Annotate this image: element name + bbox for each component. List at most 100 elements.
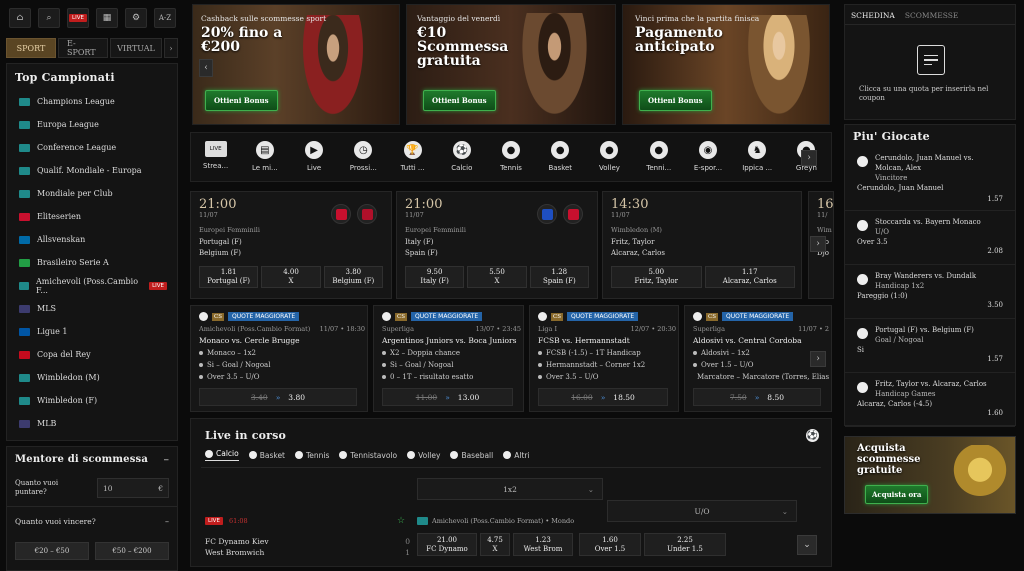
league-item[interactable]: Wimbledon (F): [7, 389, 177, 412]
market-select-1x2[interactable]: 1x2 ⌄: [417, 478, 603, 500]
away-jersey-icon: [563, 204, 583, 224]
tab-scommesse[interactable]: SCOMMESSE: [905, 11, 958, 20]
cs-badge: CS: [395, 312, 407, 321]
league-item[interactable]: Amichevoli (Poss.Cambio F... LIVE: [7, 274, 177, 297]
category-item[interactable]: ● Tennis: [486, 141, 535, 172]
category-item[interactable]: ● Basket: [536, 141, 585, 172]
odd-button[interactable]: 1.28 Spain (F): [529, 266, 589, 288]
boost-card[interactable]: CS QUOTE MAGGIORATE Superliga 13/07 • 23:45…: [373, 305, 524, 412]
category-item[interactable]: 🏆 Tutti ...: [388, 141, 437, 172]
banner-free-bet[interactable]: Vantaggio del venerdì €10 Scommessa grat…: [406, 4, 616, 125]
tab-schedina[interactable]: SCHEDINA: [851, 11, 895, 20]
category-item[interactable]: ⚽ Calcio: [437, 141, 486, 172]
odd-button[interactable]: 5.00 Fritz, Taylor: [611, 266, 702, 288]
settings-icon[interactable]: ⚙: [125, 8, 147, 28]
league-item[interactable]: Copa del Rey: [7, 343, 177, 366]
bonus-button[interactable]: Ottieni Bonus: [423, 90, 496, 111]
bonus-button[interactable]: Ottieni Bonus: [639, 90, 712, 111]
live-sport-tab[interactable]: Baseball: [450, 449, 493, 461]
tab-esport[interactable]: E-SPORT: [58, 38, 108, 58]
bonus-button[interactable]: Ottieni Bonus: [205, 90, 278, 111]
chevron-right-icon[interactable]: ›: [810, 351, 826, 367]
popular-bet-item[interactable]: Fritz, Taylor vs. Alcaraz, Carlos Handica…: [845, 373, 1015, 427]
home-icon[interactable]: ⌂: [9, 8, 31, 28]
category-item[interactable]: ▶ Live: [289, 141, 338, 172]
stake-input[interactable]: 10 €: [97, 478, 169, 498]
range-button[interactable]: €50 – €200: [95, 542, 169, 560]
popular-bet-item[interactable]: Stoccarda vs. Bayern Monaco U/O Over 3.5 2.…: [845, 211, 1015, 265]
category-item[interactable]: ◷ Prossi...: [339, 141, 388, 172]
chevron-right-icon[interactable]: ›: [164, 38, 178, 58]
minus-icon[interactable]: –: [164, 453, 170, 466]
category-item[interactable]: ● Tenni...: [634, 141, 683, 172]
category-item[interactable]: ▤ Le mi...: [240, 141, 289, 172]
category-item[interactable]: LIVE Strea...: [191, 141, 240, 172]
boost-card[interactable]: CS QUOTE MAGGIORATE Liga I 12/07 • 20:30 FCS…: [529, 305, 679, 412]
promo-banner[interactable]: Acquista scommesse gratuite Acquista ora: [844, 436, 1016, 514]
chevron-left-icon[interactable]: ‹: [199, 59, 213, 77]
tab-sport[interactable]: SPORT: [6, 38, 56, 58]
live-tv-button[interactable]: LIVE: [67, 8, 89, 28]
odd-button[interactable]: 1.17 Alcaraz, Carlos: [704, 266, 795, 288]
search-icon[interactable]: ⌕: [38, 8, 60, 28]
match-card[interactable]: 21:00 11/07 Europei Femminili Portugal (F) B…: [190, 191, 392, 299]
popular-bet-item[interactable]: Bray Wanderers vs. Dundalk Handicap 1x2 Pa…: [845, 265, 1015, 319]
live-odd-button[interactable]: 1.60 Over 1.5: [579, 533, 641, 556]
chevron-right-icon[interactable]: ›: [810, 236, 826, 252]
league-item[interactable]: Champions League: [7, 90, 177, 113]
odd-button[interactable]: 3.80 Belgium (F): [323, 266, 383, 288]
odd-button[interactable]: 4.00 X: [261, 266, 321, 288]
boosted-odd-button[interactable]: 7.50 » 8.50: [693, 388, 821, 406]
minus-icon[interactable]: –: [165, 517, 169, 526]
boosted-odd-button[interactable]: 3.40 » 3.80: [199, 388, 357, 406]
live-match-teams[interactable]: FC Dynamo Kiev 0 West Bromwich 1: [205, 536, 410, 558]
odd-button[interactable]: 1.81 Portugal (F): [199, 266, 259, 288]
boosted-odd-button[interactable]: 16.00 » 18.50: [538, 388, 668, 406]
category-item[interactable]: ◉ E-spor...: [683, 141, 732, 172]
live-sport-tab[interactable]: Volley: [407, 449, 440, 461]
popular-bet-item[interactable]: Portugal (F) vs. Belgium (F) Goal / Nogoa…: [845, 319, 1015, 373]
calendar-icon[interactable]: ▦: [96, 8, 118, 28]
live-odd-button[interactable]: 4.75 X: [480, 533, 510, 556]
odd-button[interactable]: 9.50 Italy (F): [405, 266, 465, 288]
boost-card[interactable]: CS QUOTE MAGGIORATE Amichevoli (Poss.Cambi…: [190, 305, 368, 412]
banner-early-payout[interactable]: Vinci prima che la partita finisca Pagam…: [622, 4, 830, 125]
league-item[interactable]: Europa League: [7, 113, 177, 136]
league-item[interactable]: Wimbledon (M): [7, 366, 177, 389]
range-button[interactable]: €20 – €50: [15, 542, 89, 560]
live-odd-button[interactable]: 2.25 Under 1.5: [644, 533, 726, 556]
star-icon[interactable]: ☆: [397, 516, 405, 526]
match-league: Europei Femminili: [405, 226, 466, 234]
live-sport-tab[interactable]: Tennistavolo: [339, 449, 397, 461]
odd-button[interactable]: 5.50 X: [467, 266, 527, 288]
league-item[interactable]: MLS: [7, 297, 177, 320]
buy-now-button[interactable]: Acquista ora: [865, 485, 929, 504]
league-item[interactable]: Ligue 1: [7, 320, 177, 343]
live-sport-tab[interactable]: Basket: [248, 449, 285, 461]
boosted-odd-button[interactable]: 11.00 » 13.00: [382, 388, 513, 406]
tab-virtual[interactable]: VIRTUAL: [110, 38, 162, 58]
live-odd-button[interactable]: 21.00 FC Dynamo: [417, 533, 477, 556]
match-card[interactable]: 21:00 11/07 Europei Femminili Italy (F) Spai…: [396, 191, 598, 299]
league-item[interactable]: Eliteserien: [7, 205, 177, 228]
category-item[interactable]: ♞ Ippica ...: [733, 141, 782, 172]
category-item[interactable]: ● Volley: [585, 141, 634, 172]
market-select-uo[interactable]: U/O ⌄: [607, 500, 797, 522]
league-item[interactable]: Mondiale per Club: [7, 182, 177, 205]
banner-cashback[interactable]: Cashback sulle scommesse sport 20% fino …: [192, 4, 400, 125]
live-sport-tab[interactable]: Tennis: [295, 449, 329, 461]
selection-dot: [382, 375, 386, 379]
az-button[interactable]: A-Z: [154, 8, 176, 28]
league-item[interactable]: MLB: [7, 412, 177, 435]
league-item[interactable]: Qualif. Mondiale - Europa: [7, 159, 177, 182]
live-sport-tab[interactable]: Calcio: [205, 449, 239, 461]
chevron-right-icon[interactable]: ›: [801, 150, 817, 166]
chevron-down-icon[interactable]: ⌄: [797, 535, 817, 555]
league-item[interactable]: Brasileiro Serie A: [7, 251, 177, 274]
league-item[interactable]: Allsvenskan: [7, 228, 177, 251]
live-odd-button[interactable]: 1.23 West Brom: [513, 533, 573, 556]
live-sport-tab[interactable]: Altri: [503, 449, 530, 461]
match-card[interactable]: 14:30 11/07 Wimbledon (M) Fritz, Taylor Alca…: [602, 191, 802, 299]
league-item[interactable]: Conference League: [7, 136, 177, 159]
popular-bet-item[interactable]: Cerundolo, Juan Manuel vs. Molcan, Alex V…: [845, 147, 1015, 211]
